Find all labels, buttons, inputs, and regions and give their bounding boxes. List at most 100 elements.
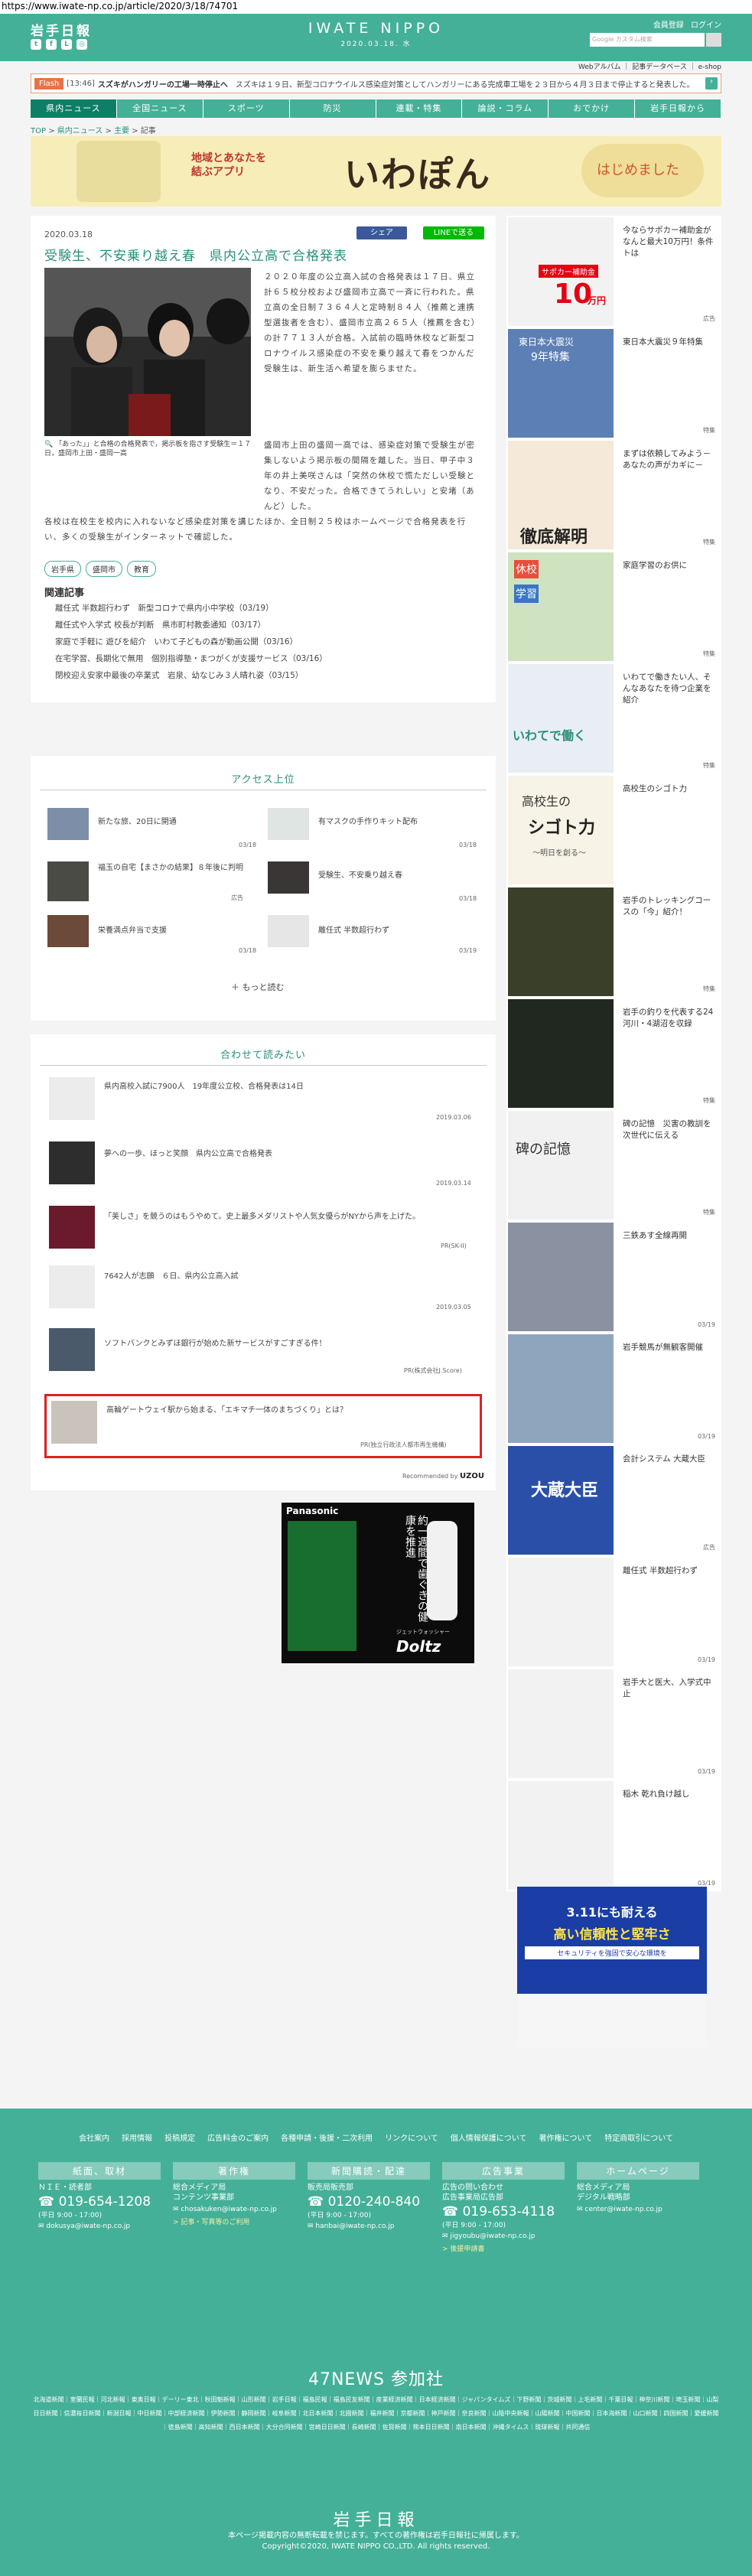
article-db-link[interactable]: 記事データベース: [632, 64, 687, 71]
recommend-thumb[interactable]: [51, 1401, 97, 1444]
recommend-thumb[interactable]: [49, 1077, 95, 1120]
side-card[interactable]: いわてで働く いわてで働きたい人、そんなあなたを待つ企業を紹介 特集: [506, 663, 721, 774]
breadcrumb-category[interactable]: 県内ニュース: [57, 127, 103, 135]
nav-tab[interactable]: 防災: [289, 99, 376, 118]
side-card-title[interactable]: 岩手のトレッキングコースの「今」紹介！: [623, 895, 715, 918]
login-link[interactable]: ログイン: [691, 21, 721, 30]
side-card-image[interactable]: [508, 1669, 614, 1778]
nav-tab[interactable]: おでかけ: [549, 99, 636, 118]
recommend-item-highlighted[interactable]: 高輪ゲートウェイ駅から始まる、「エキマチ一体のまちづくり」とは？ PR(独立行政…: [44, 1394, 482, 1458]
rank-item[interactable]: 受験生、不安乗り越え春: [318, 871, 402, 881]
chevron-right-icon[interactable]: ›: [705, 77, 718, 90]
more-button[interactable]: ＋ もっと読む: [231, 982, 285, 993]
side-card-title[interactable]: 東日本大震災９年特集: [623, 337, 715, 348]
rank-item[interactable]: 新たな旅、20日に開通: [98, 817, 177, 828]
footer-col-phone[interactable]: ☎ 019-653-4118: [442, 2204, 565, 2219]
rank-thumb[interactable]: [268, 808, 309, 840]
line-share-button[interactable]: LINEで送る: [423, 226, 484, 239]
footer-col-phone[interactable]: ☎ 0120-240-840: [308, 2194, 430, 2210]
footer-logo[interactable]: 岩手日報: [0, 2506, 752, 2531]
recommend-item[interactable]: 7642人が志願 ６日、県内公立高入試: [104, 1272, 238, 1282]
footer-col-mail[interactable]: ✉ center@iwate-np.co.jp: [577, 2206, 699, 2213]
tag-iwate[interactable]: 岩手県: [44, 561, 81, 577]
footer-link[interactable]: リンクについて: [385, 2135, 438, 2143]
register-link[interactable]: 会員登録: [653, 21, 684, 30]
side-card-title[interactable]: 岩手大と医大、入学式中止: [623, 1677, 715, 1700]
side-card-image[interactable]: [508, 1334, 614, 1443]
side-card[interactable]: 大蔵大臣 会計システム 大蔵大臣 広告: [506, 1444, 721, 1556]
side-card-image[interactable]: [508, 1558, 614, 1666]
side-card-image[interactable]: [508, 999, 614, 1108]
footer-col-mail[interactable]: ✉ chosakuken@iwate-np.co.jp: [173, 2206, 295, 2213]
nav-tab[interactable]: 岩手日報から: [635, 99, 721, 118]
side-card-title[interactable]: 離任式 半数超行わず: [623, 1565, 715, 1577]
footer-link[interactable]: 各種申請・後援・二次利用: [281, 2135, 373, 2143]
web-album-link[interactable]: Webアルバム: [578, 64, 621, 71]
related-item[interactable]: 家庭で手軽に 遊びを紹介 いわて子どもの森が動画公開（03/16）: [55, 633, 327, 650]
tag-education[interactable]: 教育: [127, 561, 156, 577]
flash-headline[interactable]: スズキがハンガリーの工場一時停止へ: [98, 78, 228, 90]
nav-tab[interactable]: 全国ニュース: [116, 99, 203, 118]
recommend-thumb[interactable]: [49, 1141, 95, 1184]
side-card[interactable]: 離任式 半数超行わず 03/19: [506, 1556, 721, 1668]
footer-link[interactable]: 個人情報保護について: [451, 2135, 527, 2143]
side-card-image[interactable]: 碑の記憶: [508, 1111, 614, 1220]
rank-item[interactable]: 離任式 半数超行わず: [318, 926, 389, 936]
rank-item[interactable]: 栄養満点弁当で支援: [98, 926, 167, 936]
recommend-item[interactable]: 県内高校入試に7900人 19年度公立校、合格発表は14日: [104, 1082, 304, 1093]
rank-thumb[interactable]: [47, 915, 89, 947]
side-card-title[interactable]: 三鉄あす全線再開: [623, 1230, 715, 1242]
side-card-title[interactable]: まずは依頼してみよう－あなたの声がカギに－: [623, 448, 715, 471]
facebook-share-button[interactable]: シェア: [356, 226, 407, 239]
side-card[interactable]: 三鉄あす全線再開 03/19: [506, 1221, 721, 1333]
side-card[interactable]: 徹底解明 まずは依頼してみよう－あなたの声がカギに－ 特集: [506, 439, 721, 551]
footer-col-mail[interactable]: ✉ jigyoubu@iwate-np.co.jp: [442, 2232, 565, 2240]
article-photo[interactable]: [44, 268, 251, 436]
side-card[interactable]: 稲木 乾れ負け越し 03/19: [506, 1780, 721, 1891]
side-card-title[interactable]: 会計システム 大蔵大臣: [623, 1454, 715, 1465]
side-card-image[interactable]: いわてで働く: [508, 664, 614, 773]
site-logo[interactable]: 岩手日報: [31, 20, 92, 39]
recommend-item[interactable]: 夢への一歩、ほっと笑顔 県内公立高で合格発表: [104, 1149, 272, 1160]
app-banner[interactable]: 地域とあなたを 結ぶアプリ いわぽん はじめました: [31, 136, 721, 207]
nav-tab[interactable]: スポーツ: [203, 99, 290, 118]
instagram-icon[interactable]: ◎: [77, 39, 87, 50]
recommend-item[interactable]: 「美しさ」を競うのはもうやめて。史上最多メダリストや人気女優らがNYから声を上げ…: [104, 1212, 487, 1223]
side-card[interactable]: 東日本大震災 9年特集 東日本大震災９年特集 特集: [506, 327, 721, 439]
side-card-image[interactable]: 東日本大震災 9年特集: [508, 329, 614, 438]
footer-link[interactable]: 採用情報: [122, 2135, 152, 2143]
recommend-thumb[interactable]: [49, 1206, 95, 1249]
twitter-icon[interactable]: t: [31, 39, 41, 50]
side-card-image[interactable]: サポカー補助金 10 万円: [508, 217, 614, 326]
side-card-title[interactable]: 碑の記憶 災害の教訓を次世代に伝える: [623, 1119, 715, 1141]
related-item[interactable]: 在宅学習、長期化で無用 個別指導塾・まつがくが支援サービス（03/16）: [55, 650, 327, 667]
tag-morioka[interactable]: 盛岡市: [86, 561, 122, 577]
side-card-image[interactable]: 徹底解明: [508, 441, 614, 549]
breadcrumb-top[interactable]: TOP: [31, 127, 46, 135]
rank-thumb[interactable]: [268, 915, 309, 947]
side-card-title[interactable]: いわてで働きたい人、そんなあなたを待つ企業を紹介: [623, 672, 715, 706]
footer-link[interactable]: 会社案内: [79, 2135, 109, 2143]
eshop-link[interactable]: e-shop: [698, 64, 721, 71]
side-card-title[interactable]: 高校生のシゴト力: [623, 783, 715, 795]
panasonic-ad[interactable]: Panasonic 約一週間で歯ぐきの健康を推進 Doltz ジェットウォッシャ…: [282, 1503, 474, 1663]
side-card-image[interactable]: 休校 学習: [508, 552, 614, 661]
footer-col-phone[interactable]: ☎ 019-654-1208: [38, 2194, 161, 2210]
n47-papers[interactable]: 北海道新聞｜室蘭民報｜河北新報｜東奥日報｜デーリー東北｜秋田魁新報｜山形新聞｜岩…: [31, 2393, 721, 2434]
footer-link[interactable]: 特定商取引について: [604, 2135, 673, 2143]
nav-tab[interactable]: 論説・コラム: [462, 99, 549, 118]
footer-link[interactable]: 広告料金のご案内: [207, 2135, 269, 2143]
line-icon[interactable]: L: [61, 39, 72, 50]
side-card-image[interactable]: 大蔵大臣: [508, 1446, 614, 1555]
footer-col-mail[interactable]: ✉ dokusya@iwate-np.co.jp: [38, 2223, 161, 2230]
nav-tab[interactable]: 県内ニュース: [31, 99, 117, 118]
side-card[interactable]: 高校生の シゴト力 ～明日を創る～ 高校生のシゴト力: [506, 774, 721, 886]
side-card[interactable]: 岩手のトレッキングコースの「今」紹介！ 特集: [506, 886, 721, 998]
side-card[interactable]: 岩手大と医大、入学式中止 03/19: [506, 1668, 721, 1780]
search-button[interactable]: [706, 33, 721, 47]
side-card[interactable]: 岩手の釣りを代表する24河川・4湖沼を収録 特集: [506, 998, 721, 1109]
rank-thumb[interactable]: [47, 861, 89, 901]
rank-item[interactable]: 福玉の自宅【まさかの結果】８年後に判明: [98, 863, 251, 874]
address-bar[interactable]: https://www.iwate-np.co.jp/article/2020/…: [0, 0, 752, 14]
nav-tab[interactable]: 連載・特集: [376, 99, 463, 118]
